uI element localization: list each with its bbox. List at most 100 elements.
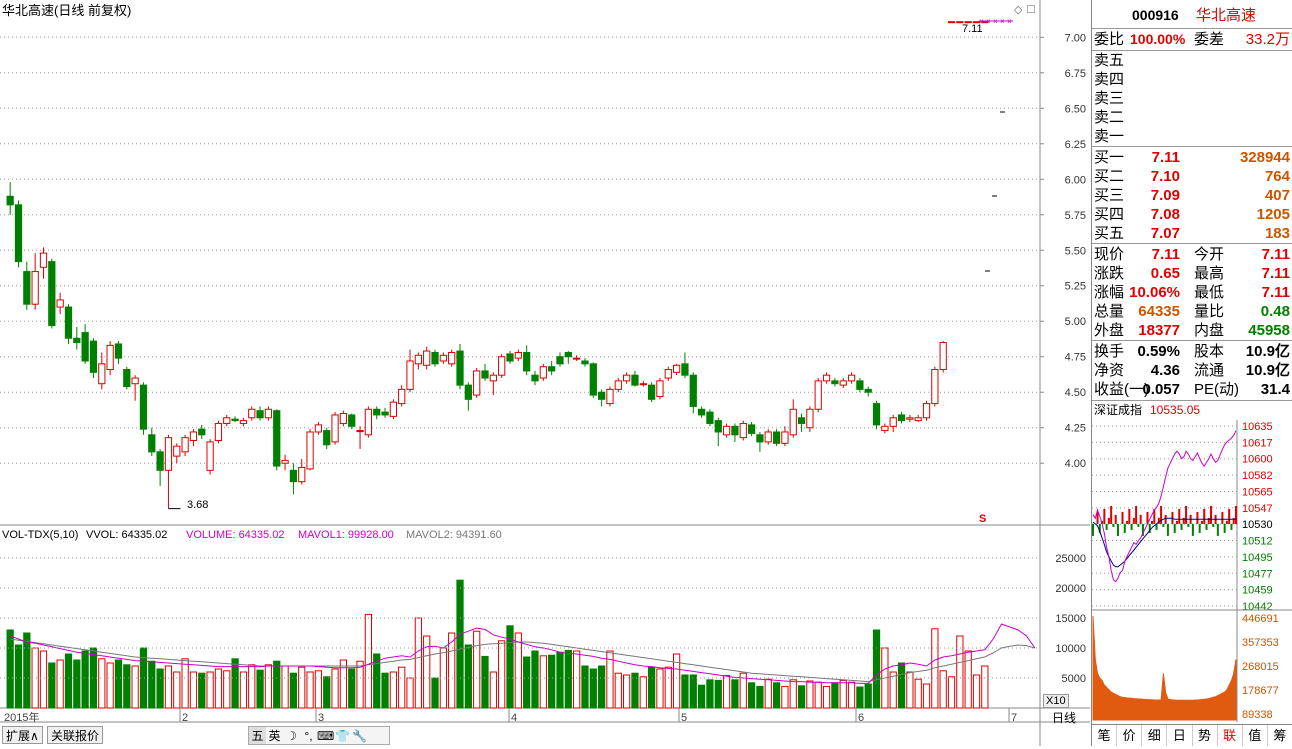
volume-bar — [264, 664, 273, 709]
fund-label: 股本 — [1194, 343, 1225, 360]
mini-price-tick: 10565 — [1242, 486, 1273, 498]
volume-bar — [289, 672, 298, 709]
candle-body — [398, 388, 406, 405]
buy-volume: 407 — [1264, 187, 1290, 204]
buy-volume: 328944 — [1239, 149, 1290, 166]
ime-punct-icon[interactable]: °, — [300, 729, 317, 743]
price-tick-label: 4.50 — [1065, 387, 1086, 399]
volume-bar — [939, 670, 947, 709]
tab-daily[interactable]: 日 — [1167, 725, 1193, 746]
buy-row[interactable]: 买三 7.09 407 — [1092, 186, 1292, 205]
restore-window-icon[interactable]: □ — [1027, 2, 1035, 16]
date-label-1: 2 — [182, 712, 189, 724]
candle-body — [722, 425, 731, 436]
sell-row[interactable]: 卖五 — [1092, 51, 1292, 70]
candle-body — [389, 401, 397, 417]
candle-body — [214, 422, 223, 441]
volume-bar — [889, 671, 897, 709]
candle-body — [731, 425, 739, 436]
sell-row[interactable]: 卖二 — [1092, 108, 1292, 127]
index-header: 深证成指 10535.05 — [1092, 401, 1292, 419]
volume-bar — [214, 668, 223, 709]
period-label[interactable]: 日线 — [1052, 711, 1076, 725]
tab-price[interactable]: 价 — [1117, 725, 1143, 746]
fund-value: 0.59% — [1137, 343, 1180, 360]
volume-bar — [439, 647, 447, 709]
date-label-4: 5 — [681, 712, 688, 724]
candle-body — [198, 428, 206, 436]
price-tick-label: 6.50 — [1065, 103, 1086, 115]
candle-body — [714, 420, 722, 433]
weibi-row: 委比 100.00% 委差 33.2万 — [1092, 30, 1292, 49]
mini-volume-area — [1092, 615, 1237, 721]
volume-bar — [856, 686, 864, 709]
candle-body — [14, 204, 23, 263]
candle-body — [31, 271, 39, 305]
candle-body — [814, 380, 822, 410]
candle-body — [498, 356, 506, 376]
related-quote-button[interactable]: 关联报价 — [47, 726, 104, 744]
tab-chips[interactable]: 筹 — [1268, 725, 1292, 746]
tab-value[interactable]: 值 — [1243, 725, 1268, 746]
candle-body — [56, 299, 64, 308]
expand-button[interactable]: 扩展∧ — [2, 726, 43, 744]
tab-trades[interactable]: 笔 — [1092, 725, 1118, 746]
candle-body — [639, 383, 647, 386]
volume-bar — [398, 666, 406, 709]
volume-bar — [248, 664, 256, 709]
fund-value: 10.9亿 — [1245, 343, 1290, 360]
mini-price-tick: 10582 — [1242, 470, 1273, 482]
candle-body — [781, 431, 789, 444]
candle-body — [573, 357, 581, 360]
buy-row[interactable]: 买五 7.07 183 — [1092, 224, 1292, 243]
candle-body — [256, 410, 264, 419]
volume-bar — [689, 674, 697, 709]
candle-body — [23, 271, 31, 305]
ime-english-icon[interactable]: 英 — [266, 727, 283, 744]
tab-trend[interactable]: 势 — [1193, 725, 1218, 746]
tab-detail[interactable]: 细 — [1142, 725, 1168, 746]
candle-body — [323, 430, 331, 446]
sell-row[interactable]: 卖一 — [1092, 127, 1292, 146]
candle-body — [889, 417, 897, 427]
buy-row[interactable]: 买二 7.10 764 — [1092, 167, 1292, 186]
tab-related[interactable]: 联 — [1217, 725, 1243, 746]
volume-bar — [598, 665, 606, 709]
volume-bar — [39, 650, 48, 709]
volume-bar — [914, 678, 922, 709]
candle-body — [289, 469, 298, 483]
candle-body — [273, 410, 281, 467]
candle-body — [489, 374, 497, 382]
volume-bar — [539, 655, 547, 709]
candle-body — [439, 354, 447, 362]
mavol2-value: MAVOL2: 94391.60 — [406, 529, 502, 541]
volume-bar — [647, 666, 656, 709]
candle-body — [797, 417, 806, 424]
vol-indicator-name[interactable]: VOL-TDX(5,10) — [2, 528, 78, 542]
kline-chart-area[interactable]: 4.00 4.25 4.50 4.75 5.00 5.25 5.50 5.75 6.00 6.25… — [0, 0, 1090, 746]
volume-bar — [722, 675, 731, 709]
volume-bar — [756, 685, 764, 709]
candle-body — [81, 332, 89, 362]
stat-label: 外盘 — [1094, 322, 1125, 339]
volume-bar — [489, 671, 497, 709]
buy-row[interactable]: 买四 7.08 1205 — [1092, 205, 1292, 224]
volume-bar — [256, 669, 264, 709]
ime-keyboard-icon[interactable]: ⌨ — [317, 729, 334, 743]
ime-toolbar[interactable]: 五 英 ☽ °, ⌨ 👕 🔧 — [248, 726, 390, 745]
index-mini-chart[interactable]: 10635 10617 10600 10582 10565 10547 10530 10512… — [1092, 420, 1292, 722]
stat-value: 0.48 — [1260, 303, 1290, 320]
buy-row[interactable]: 买一 7.11 328944 — [1092, 148, 1292, 167]
ime-moon-icon[interactable]: ☽ — [283, 729, 300, 743]
fund-value: 4.36 — [1150, 362, 1180, 379]
candle-body — [281, 459, 289, 464]
ime-settings-icon[interactable]: 🔧 — [351, 729, 368, 743]
ime-skin-icon[interactable]: 👕 — [334, 729, 351, 743]
sell-row[interactable]: 卖三 — [1092, 89, 1292, 108]
sell-row[interactable]: 卖四 — [1092, 70, 1292, 89]
volume-bar — [831, 682, 839, 709]
volume-bar — [106, 662, 114, 709]
diamond-icon[interactable]: ◇ — [1014, 3, 1022, 17]
stock-code: 000916 — [1132, 7, 1179, 23]
ime-wubi-icon[interactable]: 五 — [249, 727, 266, 744]
